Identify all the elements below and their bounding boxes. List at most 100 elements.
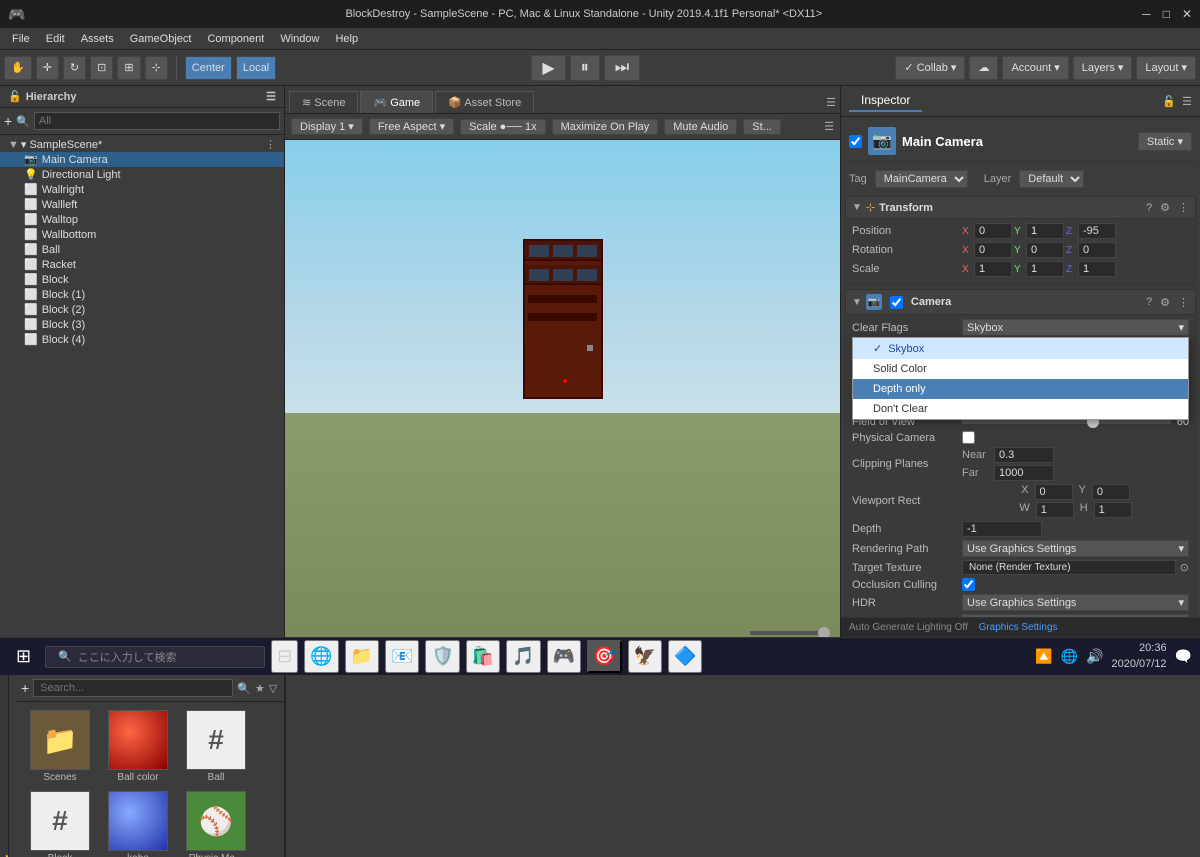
object-active-checkbox[interactable] — [849, 135, 862, 148]
asset-item-physic-ma[interactable]: ⚾ Physic Ma... — [181, 791, 251, 857]
hier-item-main-camera[interactable]: 📷 Main Camera — [0, 152, 284, 167]
asset-item-kabe[interactable]: kabe — [103, 791, 173, 857]
tab-scene[interactable]: ≋ Scene — [289, 91, 358, 113]
scale-button[interactable]: Scale ●── 1x — [460, 119, 545, 135]
taskbar-other2[interactable]: 🔷 — [668, 640, 702, 673]
clear-flags-option-skybox[interactable]: ✓ Skybox — [853, 338, 1188, 359]
hier-item-racket[interactable]: ⬜ Racket — [0, 257, 284, 272]
hier-item-block3[interactable]: ⬜ Block (3) — [0, 317, 284, 332]
layout-button[interactable]: Layout ▾ — [1136, 56, 1196, 80]
action-center-icon[interactable]: 🗨️ — [1175, 648, 1192, 665]
hier-item-wallbottom[interactable]: ⬜ Wallbottom — [0, 227, 284, 242]
scale-x-input[interactable] — [974, 261, 1012, 277]
asset-star-icon[interactable]: ★ — [255, 682, 265, 695]
scale-y-input[interactable] — [1026, 261, 1064, 277]
hierarchy-menu-icon[interactable]: ☰ — [266, 90, 276, 103]
tool-rotate[interactable]: ↻ — [63, 56, 86, 80]
display-button[interactable]: Display 1 ▾ — [291, 118, 363, 135]
assets-add-button[interactable]: + — [21, 680, 29, 696]
aspect-button[interactable]: Free Aspect ▾ — [369, 118, 454, 135]
asset-search-input[interactable] — [33, 679, 233, 697]
physical-camera-checkbox[interactable] — [962, 431, 975, 444]
stats-button[interactable]: St... — [743, 119, 781, 135]
window-controls[interactable]: ─ □ ✕ — [1142, 7, 1192, 21]
tab-asset-store[interactable]: 📦 Asset Store — [435, 91, 534, 113]
hierarchy-search-input[interactable] — [34, 112, 280, 130]
cloud-button[interactable]: ☁ — [969, 56, 998, 80]
vp-w-input[interactable] — [1036, 502, 1074, 518]
hier-item-samplescene[interactable]: ▼ ▾ SampleScene* ⋮ — [0, 137, 284, 152]
hier-item-block[interactable]: ⬜ Block — [0, 272, 284, 287]
start-button[interactable]: ⊞ — [8, 642, 39, 671]
clear-flags-option-dont-clear[interactable]: Don't Clear — [853, 399, 1188, 419]
taskbar-explorer[interactable]: 📁 — [345, 640, 379, 673]
collab-button[interactable]: ✓ Collab ▾ — [895, 56, 965, 80]
bottom-slider-track[interactable] — [750, 631, 830, 635]
tool-transform[interactable]: ⊹ — [145, 56, 168, 80]
account-button[interactable]: Account ▾ — [1002, 56, 1068, 80]
hier-item-block2[interactable]: ⬜ Block (2) — [0, 302, 284, 317]
menu-help[interactable]: Help — [327, 33, 366, 45]
rot-z-input[interactable] — [1078, 242, 1116, 258]
tab-game[interactable]: 🎮 Game — [360, 91, 433, 113]
camera-help-icon[interactable]: ? — [1146, 296, 1152, 308]
asset-item-ball[interactable]: # Ball — [181, 710, 251, 783]
transform-header[interactable]: ▼ ⊹ Transform ? ⚙ ⋮ — [846, 197, 1195, 219]
menu-gameobject[interactable]: GameObject — [122, 33, 200, 45]
hier-item-block1[interactable]: ⬜ Block (1) — [0, 287, 284, 302]
rot-y-input[interactable] — [1026, 242, 1064, 258]
pause-button[interactable]: ⏸ — [570, 55, 600, 81]
vp-x-input[interactable] — [1035, 484, 1073, 500]
taskbar-defender[interactable]: 🛡️ — [425, 640, 459, 673]
asset-filter-icon[interactable]: ▽ — [269, 682, 277, 695]
hier-item-directional-light[interactable]: 💡 Directional Light — [0, 167, 284, 182]
camera-active-checkbox[interactable] — [890, 296, 903, 309]
taskbar-store[interactable]: 🛍️ — [466, 640, 500, 673]
asset-item-scenes[interactable]: 📁 Scenes — [25, 710, 95, 783]
graphics-settings-link[interactable]: Graphics Settings — [979, 622, 1058, 633]
taskview-button[interactable]: ⊟ — [271, 640, 298, 673]
minimize-button[interactable]: ─ — [1142, 7, 1151, 21]
tool-move[interactable]: ✛ — [36, 56, 59, 80]
tray-icon-1[interactable]: 🔼 — [1035, 648, 1052, 665]
close-button[interactable]: ✕ — [1182, 7, 1192, 21]
inspector-lock-icon[interactable]: 🔓 — [1162, 95, 1176, 108]
taskbar-search-placeholder[interactable]: ここに入力して検索 — [78, 649, 177, 665]
fov-slider-track[interactable] — [962, 420, 1171, 424]
depth-input[interactable] — [962, 521, 1042, 537]
clipping-far-input[interactable] — [994, 465, 1054, 481]
rendering-path-dropdown[interactable]: Use Graphics Settings ▾ — [962, 540, 1189, 557]
mute-audio-button[interactable]: Mute Audio — [664, 119, 737, 135]
scale-z-input[interactable] — [1078, 261, 1116, 277]
hierarchy-add-button[interactable]: + — [4, 113, 12, 129]
packages-header[interactable]: ▶ Packages — [4, 851, 8, 857]
clear-flags-option-solid-color[interactable]: Solid Color — [853, 359, 1188, 379]
transform-settings-icon[interactable]: ⚙ — [1160, 201, 1170, 214]
camera-header[interactable]: ▼ 📷 Camera ? ⚙ ⋮ — [846, 290, 1195, 315]
play-button[interactable]: ▶ — [531, 55, 565, 81]
target-texture-pick-icon[interactable]: ⊙ — [1180, 561, 1189, 574]
menu-component[interactable]: Component — [199, 33, 272, 45]
maximize-button[interactable]: □ — [1163, 7, 1170, 21]
taskbar-chrome[interactable]: 🌐 — [304, 640, 338, 673]
pos-y-input[interactable] — [1026, 223, 1064, 239]
step-button[interactable]: ⏭ — [604, 55, 640, 81]
tool-hand[interactable]: ✋ — [4, 56, 32, 80]
hier-item-wallright[interactable]: ⬜ Wallright — [0, 182, 284, 197]
layer-select[interactable]: Default — [1019, 170, 1084, 188]
tray-volume-icon[interactable]: 🔊 — [1086, 648, 1103, 665]
menu-assets[interactable]: Assets — [73, 33, 122, 45]
scene-view[interactable] — [285, 140, 840, 637]
menu-window[interactable]: Window — [272, 33, 327, 45]
pos-z-input[interactable] — [1078, 223, 1116, 239]
taskbar-mail[interactable]: 📧 — [385, 640, 419, 673]
transform-menu-icon[interactable]: ⋮ — [1178, 201, 1189, 214]
local-button[interactable]: Local — [236, 56, 276, 80]
hier-item-block4[interactable]: ⬜ Block (4) — [0, 332, 284, 347]
taskbar-spotify[interactable]: 🎵 — [506, 640, 540, 673]
menu-edit[interactable]: Edit — [38, 33, 73, 45]
view-toolbar-menu[interactable]: ☰ — [824, 120, 834, 133]
menu-file[interactable]: File — [4, 33, 38, 45]
taskbar-search-box[interactable]: 🔍 ここに入力して検索 — [45, 646, 265, 668]
tool-scale[interactable]: ⊡ — [90, 56, 113, 80]
